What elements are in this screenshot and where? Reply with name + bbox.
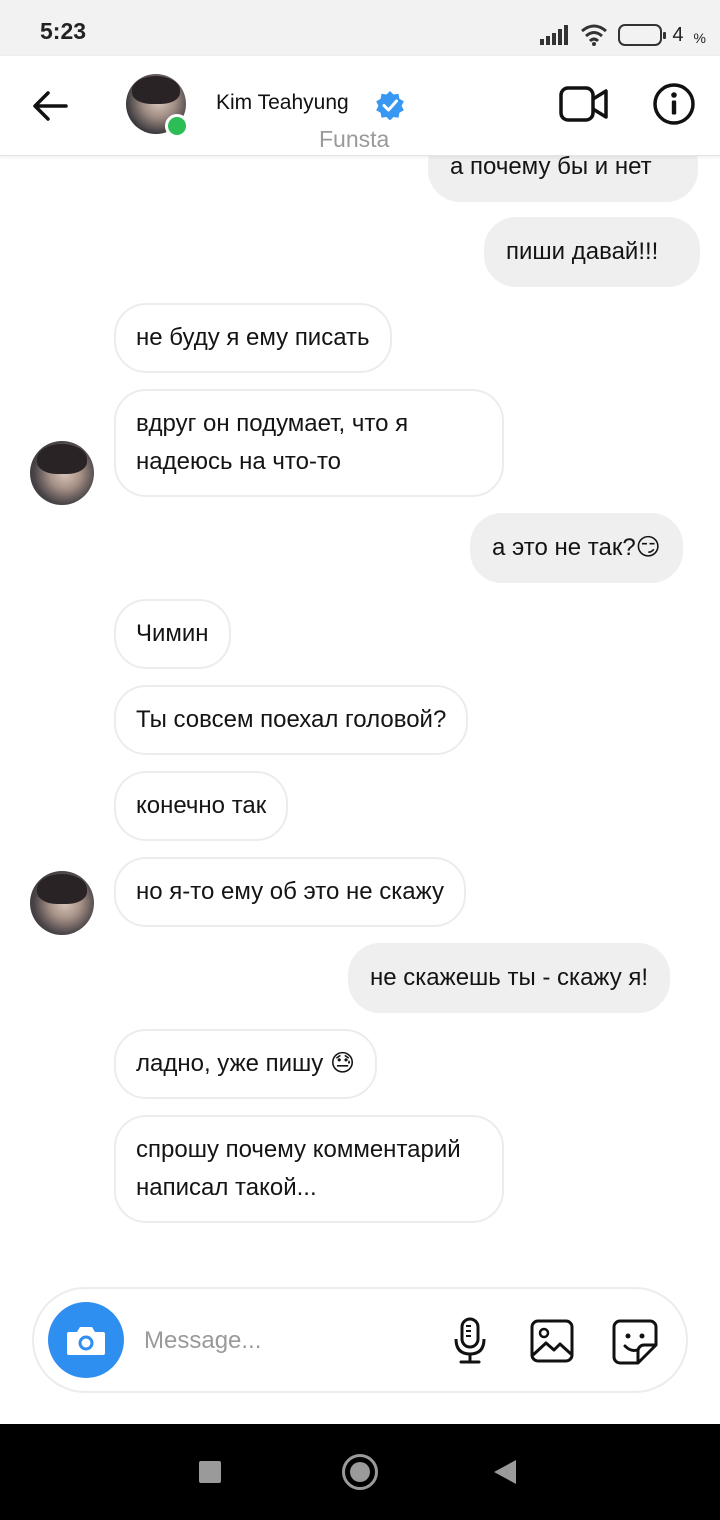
battery-unit: % [693, 30, 706, 46]
sender-avatar[interactable] [30, 441, 94, 505]
message-bubble-incoming[interactable]: Чимин [114, 599, 231, 669]
message-composer [32, 1287, 688, 1393]
microphone-icon [454, 1317, 486, 1364]
message-bubble-incoming[interactable]: но я-то ему об это не скажу [114, 857, 466, 927]
status-time: 5:23 [40, 18, 87, 44]
message-bubble-incoming[interactable]: спрошу почему комментарий написал такой.… [114, 1115, 504, 1223]
status-bar: 5:23 4 % [0, 0, 720, 56]
gallery-button[interactable] [530, 1319, 574, 1368]
wifi-icon [581, 24, 608, 46]
battery-level: 4 [672, 23, 684, 46]
message-input[interactable] [144, 1319, 424, 1363]
system-back-button[interactable] [494, 1460, 516, 1484]
message-bubble-outgoing[interactable]: не скажешь ты - скажу я! [348, 943, 671, 1013]
status-icons: 4 % [540, 20, 706, 50]
online-indicator [165, 114, 189, 138]
message-bubble-incoming[interactable]: вдруг он подумает, что я надеюсь на что-… [114, 389, 504, 497]
message-bubble-incoming[interactable]: не буду я ему писать [114, 303, 392, 373]
message-bubble-outgoing[interactable]: а это не так?😏 [470, 513, 683, 583]
system-nav-bar [0, 1424, 720, 1520]
back-arrow-icon [33, 91, 68, 121]
sender-avatar[interactable] [30, 871, 94, 935]
video-camera-icon [559, 86, 608, 122]
sticker-icon [612, 1319, 658, 1365]
image-icon [530, 1319, 574, 1363]
chat-header: Kim Teahyung Funsta [0, 56, 720, 156]
info-button[interactable] [652, 82, 696, 131]
camera-button[interactable] [48, 1302, 124, 1378]
back-button[interactable] [30, 86, 70, 126]
video-call-button[interactable] [558, 84, 610, 129]
contact-subtitle: Funsta [319, 126, 390, 152]
message-bubble-incoming[interactable]: ладно, уже пишу 😓 [114, 1029, 377, 1099]
contact-name[interactable]: Kim Teahyung [216, 91, 349, 115]
camera-icon [67, 1327, 105, 1355]
sticker-button[interactable] [612, 1319, 658, 1370]
message-bubble-incoming[interactable]: конечно так [114, 771, 289, 841]
info-icon [653, 83, 695, 125]
message-bubble-incoming[interactable]: Ты совсем поехал головой? [114, 685, 469, 755]
verified-badge-icon [376, 91, 404, 120]
home-button[interactable] [342, 1454, 378, 1490]
recent-apps-button[interactable] [199, 1461, 221, 1483]
battery-icon [618, 24, 667, 46]
signal-icon [540, 25, 569, 45]
message-bubble-outgoing[interactable]: пиши давай!!! [484, 217, 700, 287]
voice-message-button[interactable] [452, 1317, 488, 1370]
